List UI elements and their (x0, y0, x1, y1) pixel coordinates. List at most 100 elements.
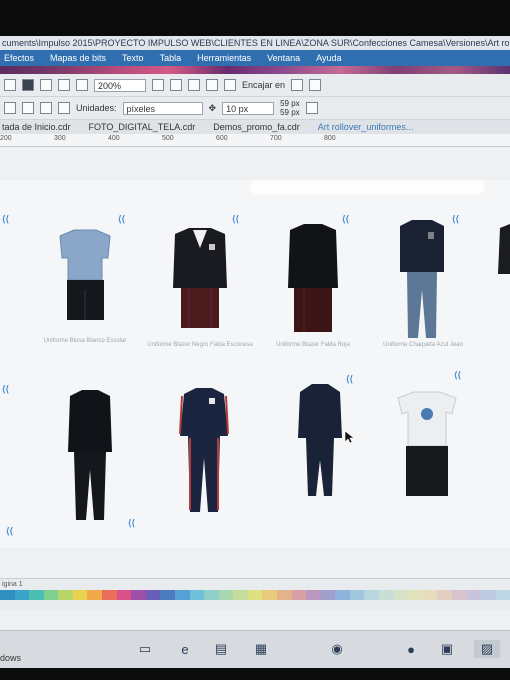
palette-swatch[interactable] (160, 590, 175, 600)
import-icon[interactable] (40, 79, 52, 91)
export-icon[interactable] (58, 79, 70, 91)
rollover-marker-icon[interactable]: ⟨⟨ (2, 214, 9, 225)
palette-swatch[interactable] (218, 590, 234, 600)
current-page-icon[interactable] (58, 102, 70, 114)
options-icon[interactable] (309, 79, 322, 91)
portrait-icon[interactable] (4, 102, 16, 114)
menu-ayuda[interactable]: Ayuda (316, 53, 341, 63)
palette-swatch[interactable] (247, 590, 263, 600)
palette-swatch[interactable] (276, 590, 292, 600)
uniform-navy-jacket-jeans[interactable] (392, 220, 452, 342)
tab-demos-promo[interactable]: Demos_promo_fa.cdr (213, 120, 300, 134)
palette-swatch[interactable] (233, 590, 248, 600)
rollover-marker-icon[interactable]: ⟨⟨ (232, 214, 239, 225)
publish-icon[interactable] (22, 79, 34, 91)
palette-swatch[interactable] (102, 590, 117, 600)
menu-mapas-de-bits[interactable]: Mapas de bits (50, 53, 106, 63)
uniform-black-coat-red-skirt[interactable] (278, 224, 348, 342)
palette-swatch[interactable] (0, 590, 15, 600)
menu-texto[interactable]: Texto (122, 53, 144, 63)
tab-foto-digital-tela[interactable]: FOTO_DIGITAL_TELA.cdr (89, 120, 196, 134)
palette-swatch[interactable] (262, 590, 277, 600)
all-pages-icon[interactable] (40, 102, 52, 114)
rollover-marker-icon[interactable]: ⟨⟨ (452, 214, 459, 225)
full-screen-icon[interactable] (170, 79, 182, 91)
drawing-canvas[interactable]: ⟨⟨ ⟨⟨ ⟨⟨ ⟨⟨ ⟨⟨ Uniforme Blusa Blanco Esc… (0, 180, 510, 548)
color-palette[interactable] (0, 590, 510, 600)
app-screen: cuments\Impulso 2015\PROYECTO IMPULSO WE… (0, 36, 510, 668)
rulers-icon[interactable] (188, 79, 200, 91)
palette-swatch[interactable] (58, 590, 73, 600)
chrome-icon[interactable]: ● (402, 640, 420, 658)
app-icon[interactable]: ▣ (438, 640, 456, 658)
palette-swatch[interactable] (495, 590, 510, 600)
zoom-dropdown-icon[interactable] (152, 79, 164, 91)
rollover-marker-icon[interactable]: ⟨⟨ (118, 214, 125, 225)
rollover-marker-icon[interactable]: ⟨⟨ (2, 384, 9, 395)
guidelines-icon[interactable] (224, 79, 236, 91)
palette-swatch[interactable] (14, 590, 30, 600)
print-icon[interactable] (76, 79, 88, 91)
palette-swatch[interactable] (116, 590, 132, 600)
palette-swatch[interactable] (320, 590, 336, 600)
palette-swatch[interactable] (145, 590, 161, 600)
palette-swatch[interactable] (131, 590, 146, 600)
ruler-mark: 800 (324, 135, 336, 142)
file-explorer-icon[interactable]: ▤ (212, 640, 230, 658)
snap-arrow-icon[interactable] (291, 79, 304, 91)
palette-swatch[interactable] (29, 590, 44, 600)
units-select[interactable]: píxeles (122, 101, 203, 115)
duplicate-x-field[interactable]: 59 px (280, 99, 300, 108)
active-window-icon[interactable]: ▨ (474, 640, 500, 658)
palette-swatch[interactable] (291, 590, 307, 600)
duplicate-y-field[interactable]: 59 px (280, 108, 300, 117)
palette-swatch[interactable] (349, 590, 365, 600)
palette-swatch[interactable] (72, 590, 88, 600)
palette-swatch[interactable] (43, 590, 59, 600)
palette-swatch[interactable] (364, 590, 380, 600)
palette-swatch[interactable] (335, 590, 350, 600)
nudge-field[interactable]: 10 px (222, 101, 275, 115)
ruler-mark: 400 (108, 135, 120, 142)
snap-to-dropdown[interactable]: Encajar en (242, 80, 285, 90)
undo-icon[interactable] (4, 79, 16, 91)
zoom-field[interactable]: 200% (94, 78, 146, 92)
uniform-navy-hoodie-tracksuit[interactable] (292, 384, 348, 520)
uniform-blue-polo-black-shorts[interactable] (50, 228, 120, 338)
uniform-partial-right[interactable] (496, 224, 510, 314)
page-options-icon[interactable] (305, 102, 318, 114)
palette-swatch[interactable] (481, 590, 496, 600)
page-indicator[interactable]: igina 1 (2, 581, 23, 588)
palette-swatch[interactable] (306, 590, 321, 600)
grid-icon[interactable] (206, 79, 218, 91)
coreldraw-icon[interactable]: ◉ (328, 640, 346, 658)
rollover-marker-icon[interactable]: ⟨⟨ (6, 526, 13, 537)
landscape-icon[interactable] (22, 102, 34, 114)
store-icon[interactable]: ▦ (252, 640, 270, 658)
rollover-marker-icon[interactable]: ⟨⟨ (454, 370, 461, 381)
palette-swatch[interactable] (379, 590, 394, 600)
menu-herramientas[interactable]: Herramientas (197, 53, 251, 63)
rollover-marker-icon[interactable]: ⟨⟨ (128, 518, 135, 529)
tab-art-rollover[interactable]: Art rollover_uniformes... (318, 120, 414, 134)
uniform-white-tshirt-black-shorts[interactable] (394, 390, 460, 506)
menu-tabla[interactable]: Tabla (160, 53, 182, 63)
uniform-black-blazer-red-skirt[interactable] (165, 226, 235, 342)
uniform-navy-red-tracksuit[interactable] (176, 388, 232, 522)
menu-ventana[interactable]: Ventana (267, 53, 300, 63)
edge-icon[interactable]: e (176, 640, 194, 658)
palette-swatch[interactable] (174, 590, 190, 600)
menu-efectos[interactable]: Efectos (4, 53, 34, 63)
palette-swatch[interactable] (466, 590, 482, 600)
palette-swatch[interactable] (437, 590, 452, 600)
uniform-black-tracksuit[interactable] (62, 390, 118, 522)
palette-swatch[interactable] (189, 590, 205, 600)
palette-swatch[interactable] (422, 590, 438, 600)
task-view-icon[interactable]: ▭ (136, 640, 154, 658)
palette-swatch[interactable] (87, 590, 103, 600)
palette-swatch[interactable] (408, 590, 423, 600)
palette-swatch[interactable] (393, 590, 409, 600)
palette-swatch[interactable] (451, 590, 467, 600)
tab-inicio[interactable]: tada de Inicio.cdr (2, 120, 71, 134)
palette-swatch[interactable] (204, 590, 219, 600)
